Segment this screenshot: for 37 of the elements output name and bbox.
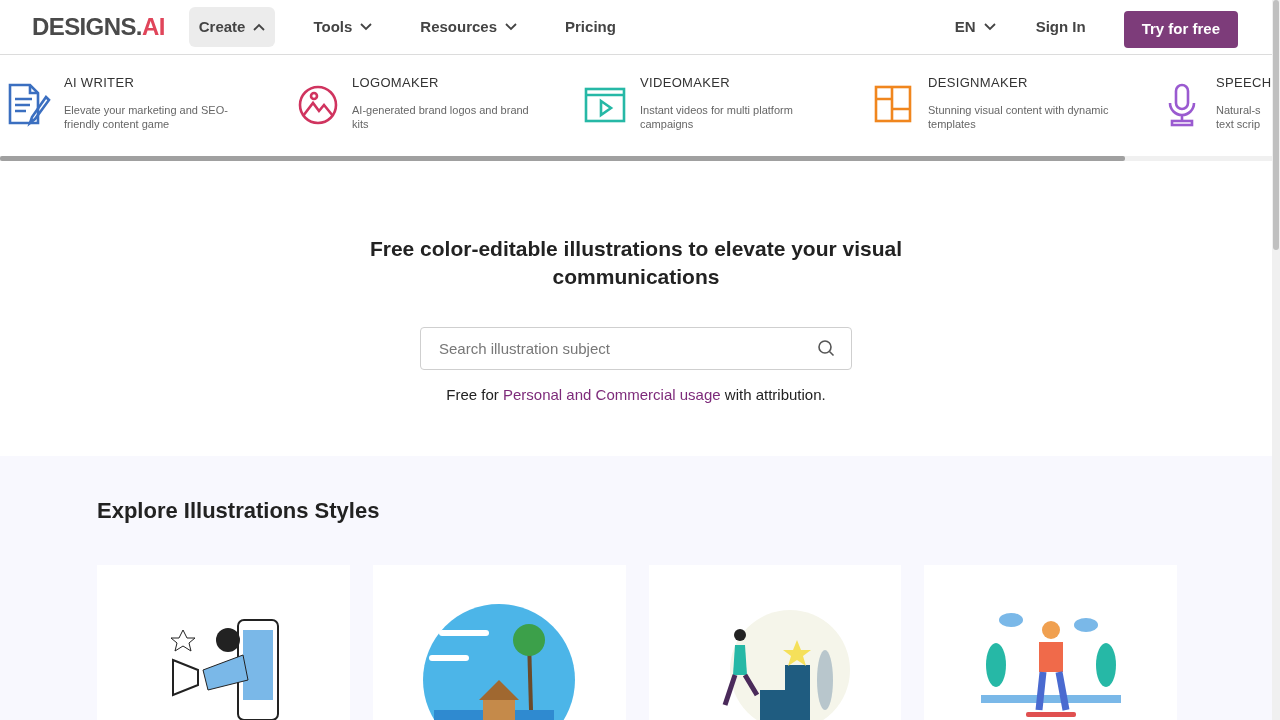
nav-menu[interactable]: Tools: [303, 7, 383, 47]
attribution-note: Free for Personal and Commercial usage with attribution.: [446, 385, 826, 405]
nav-link[interactable]: Pricing: [555, 15, 626, 39]
style-card[interactable]: [97, 565, 350, 720]
nav-menu[interactable]: Resources: [410, 7, 528, 47]
usage-link[interactable]: Personal and Commercial usage: [503, 386, 721, 403]
chevron-down-icon: [983, 23, 996, 31]
scrollbar[interactable]: [0, 156, 1125, 161]
product-description: Stunning visual content with dynamic templates: [928, 102, 1110, 131]
section-title: Explore Illustrations Styles: [97, 497, 381, 525]
sign-in-link[interactable]: Sign In: [1035, 15, 1086, 39]
style-card[interactable]: [648, 565, 902, 720]
product-name: AI WRITER: [64, 74, 136, 92]
product-menu-item[interactable]: LOGOMAKER AI-generated brand logos and brand kits: [288, 73, 576, 131]
product-menu-item[interactable]: VIDEOMAKER Instant videos for multi platform campaigns: [576, 73, 864, 131]
product-menu-item[interactable]: DESIGNMAKER Stunning visual content with dynamic templates: [864, 73, 1152, 131]
product-name: DESIGNMAKER: [928, 74, 1029, 92]
product-name: VIDEOMAKER: [640, 74, 731, 92]
product-name: SPEECH: [1216, 74, 1272, 92]
product-menu-item[interactable]: SPEECH Natural-s text scrip: [1152, 73, 1272, 131]
chevron-up-icon: [253, 23, 266, 31]
search-field[interactable]: Search illustration subject: [420, 327, 852, 370]
product-description: Instant videos for multi platform campaigns: [640, 102, 794, 131]
logo[interactable]: DESIGNS.AI: [32, 9, 165, 45]
chevron-down-icon: [360, 23, 373, 31]
product-menu-item[interactable]: AI WRITER Elevate your marketing and SEO-friendly content game: [0, 73, 288, 131]
hero-title: Free color-editable illustrations to elevate your visual communications: [368, 236, 904, 290]
nav-menu[interactable]: Create: [188, 7, 276, 47]
chevron-down-icon: [505, 23, 518, 31]
try-free-button[interactable]: Try for free: [1123, 10, 1238, 48]
product-description: Elevate your marketing and SEO-friendly content game: [64, 102, 229, 131]
product-description: AI-generated brand logos and brand kits: [352, 102, 530, 131]
product-description: Natural-s text scrip: [1216, 102, 1262, 131]
search-icon[interactable]: [817, 339, 835, 357]
page-scrollbar[interactable]: [1273, 0, 1279, 250]
product-name: LOGOMAKER: [352, 74, 440, 92]
language-selector[interactable]: EN: [954, 15, 996, 39]
